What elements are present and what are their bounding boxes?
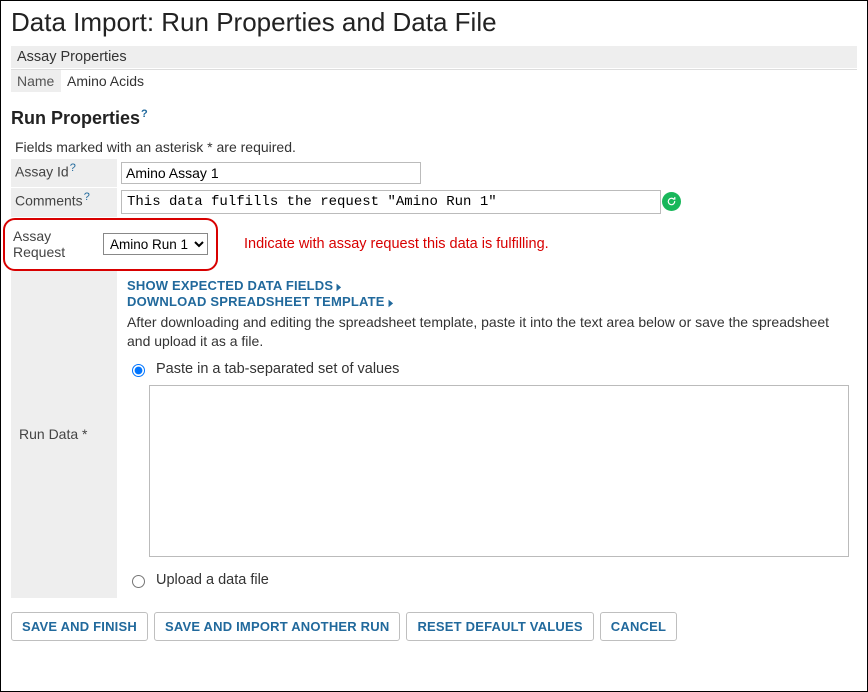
grammarly-icon[interactable] [662,192,681,211]
paste-option-row[interactable]: Paste in a tab-separated set of values [127,361,849,377]
paste-textarea[interactable] [149,385,849,557]
assay-request-select[interactable]: Amino Run 1 [103,233,208,255]
paste-option-radio[interactable] [132,364,145,377]
page-title: Data Import: Run Properties and Data Fil… [11,7,857,38]
assay-name-label: Name [11,70,61,92]
help-icon[interactable]: ? [70,162,76,174]
assay-name-value: Amino Acids [61,70,150,92]
assay-name-row: Name Amino Acids [11,69,857,92]
assay-id-label: Assay Id? [11,159,117,187]
button-bar: SAVE AND FINISH SAVE AND IMPORT ANOTHER … [11,612,857,641]
comments-label-text: Comments [15,192,83,208]
cancel-button[interactable]: CANCEL [600,612,677,641]
chevron-right-icon: ▶ [388,298,393,309]
assay-request-label: Assay Request [13,228,93,262]
download-template-link[interactable]: DOWNLOAD SPREADSHEET TEMPLATE [127,294,385,309]
reset-default-values-button[interactable]: RESET DEFAULT VALUES [406,612,593,641]
assay-request-annotation: Indicate with assay request this data is… [244,236,549,252]
assay-id-label-text: Assay Id [15,164,69,180]
comments-label: Comments? [11,187,117,217]
upload-option-row[interactable]: Upload a data file [127,572,849,588]
assay-request-highlight: Assay Request Amino Run 1 [3,218,218,272]
run-data-label: Run Data * [11,271,117,598]
comments-input[interactable] [121,190,661,214]
run-data-instructions: After downloading and editing the spread… [127,313,849,351]
run-properties-header: Run Properties? [11,108,857,129]
assay-id-input[interactable] [121,162,421,184]
upload-option-radio[interactable] [132,575,145,588]
show-expected-fields-link[interactable]: SHOW EXPECTED DATA FIELDS [127,278,333,293]
run-properties-header-text: Run Properties [11,108,140,128]
required-note: Fields marked with an asterisk * are req… [15,139,857,155]
save-and-finish-button[interactable]: SAVE AND FINISH [11,612,148,641]
help-icon[interactable]: ? [84,191,90,203]
save-and-import-button[interactable]: SAVE AND IMPORT ANOTHER RUN [154,612,400,641]
upload-option-label: Upload a data file [156,572,269,588]
assay-properties-header: Assay Properties [11,46,857,68]
help-icon[interactable]: ? [141,108,148,120]
chevron-right-icon: ▶ [337,282,342,293]
paste-option-label: Paste in a tab-separated set of values [156,361,399,377]
